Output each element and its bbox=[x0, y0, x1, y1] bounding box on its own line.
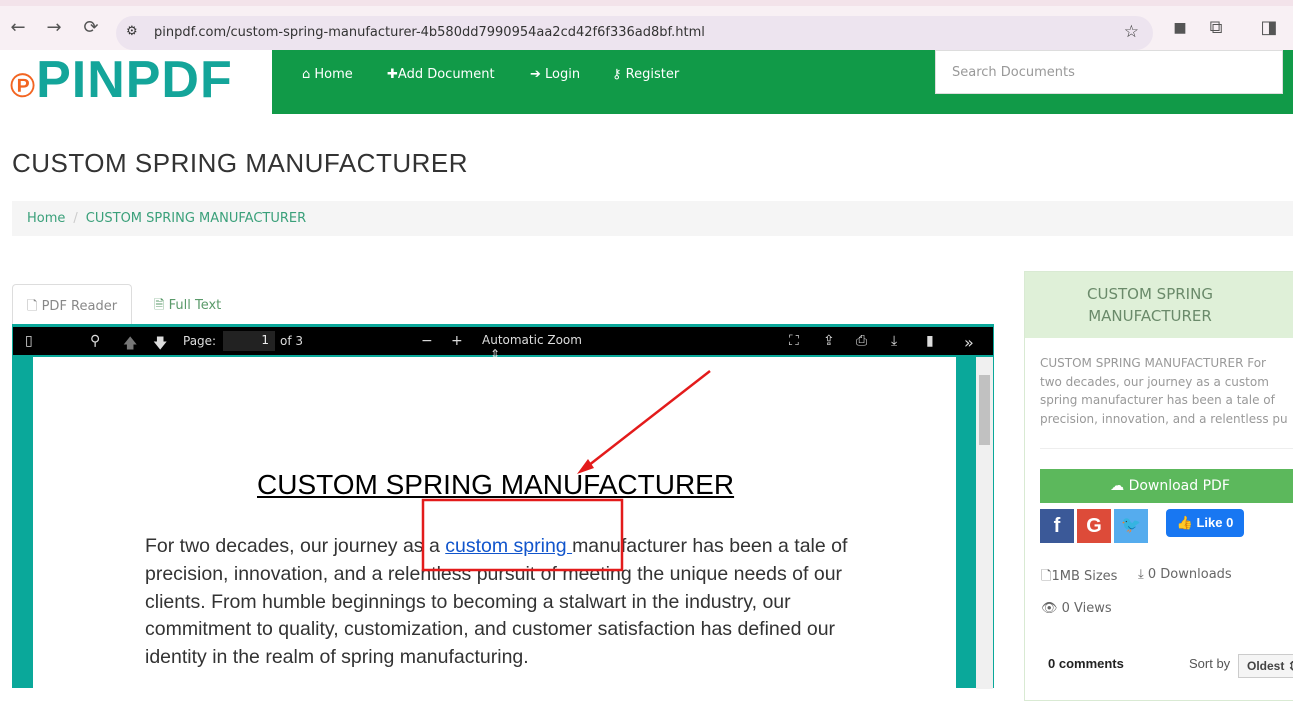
sort-by-label: Sort by bbox=[1189, 656, 1231, 671]
download-pdf-button[interactable]: ☁ Download PDF bbox=[1040, 469, 1293, 503]
downloads-text: 0 Downloads bbox=[1147, 567, 1232, 582]
sort-select[interactable]: Oldest ⇕ bbox=[1238, 654, 1293, 678]
views-text: 0 Views bbox=[1061, 601, 1112, 616]
comments-count: 0 comments bbox=[1048, 656, 1124, 671]
sort-value: Oldest bbox=[1247, 659, 1285, 673]
eye-icon: 👁 bbox=[1041, 601, 1058, 616]
facebook-like-button[interactable]: 👍 Like 0 bbox=[1166, 509, 1244, 537]
view-count: 👁 0 Views bbox=[1041, 601, 1112, 616]
file-size: 🗋1MB Sizes bbox=[1041, 567, 1117, 589]
download-icon: ⤓ bbox=[1138, 567, 1144, 582]
pdf-file-icon: 🗋 bbox=[1041, 569, 1052, 584]
desc-line: CUSTOM SPRING MANUFACTURER For bbox=[1040, 356, 1266, 370]
sidebar-title: CUSTOM SPRING MANUFACTURER bbox=[1025, 272, 1293, 338]
document-sidebar: CUSTOM SPRING MANUFACTURER CUSTOM SPRING… bbox=[1024, 271, 1293, 701]
annotation-arrow bbox=[583, 370, 711, 470]
size-text: 1MB Sizes bbox=[1051, 569, 1118, 584]
divider bbox=[1040, 448, 1293, 449]
twitter-share-button[interactable]: 🐦 bbox=[1114, 509, 1148, 543]
annotation-arrowhead bbox=[577, 459, 594, 474]
google-share-button[interactable]: G bbox=[1077, 509, 1111, 543]
thumbs-up-icon: 👍 bbox=[1176, 515, 1193, 530]
desc-line: precision, innovation, and a relentless … bbox=[1040, 411, 1288, 426]
annotation-box bbox=[421, 498, 624, 572]
cloud-download-icon: ☁ bbox=[1110, 478, 1125, 494]
desc-line: two decades, our journey as a custom bbox=[1040, 374, 1269, 389]
download-count: ⤓ 0 Downloads bbox=[1138, 567, 1232, 582]
button-label: Download PDF bbox=[1128, 478, 1230, 494]
desc-line: spring manufacturer has been a tale of bbox=[1040, 393, 1275, 407]
sidebar-description: CUSTOM SPRING MANUFACTURER For two decad… bbox=[1040, 354, 1293, 428]
facebook-share-button[interactable]: f bbox=[1040, 509, 1074, 543]
like-label: Like 0 bbox=[1196, 515, 1234, 530]
